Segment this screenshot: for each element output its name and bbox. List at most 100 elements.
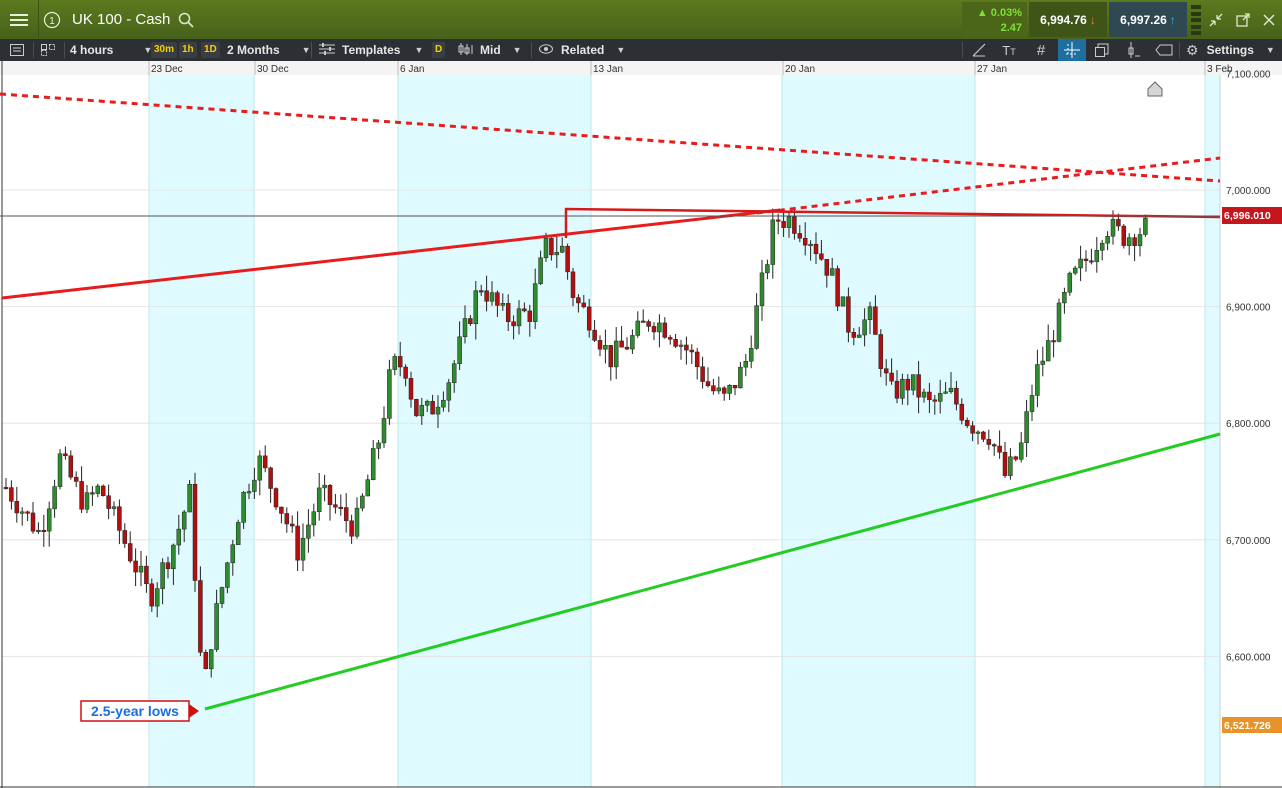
x-tick-label: 6 Jan (400, 64, 424, 75)
candle-body (435, 406, 441, 415)
annotation-2-5-year-lows[interactable]: 2.5-year lows (80, 700, 199, 722)
sell-price: 6,994.76 (1040, 12, 1087, 27)
quick-1h-label: 1h (179, 42, 197, 58)
candle-body (716, 387, 722, 392)
candle-body (63, 453, 68, 457)
candle-body (900, 378, 905, 399)
crosshair-icon[interactable] (1058, 39, 1086, 61)
chevron-down-icon: ▼ (616, 45, 626, 55)
candle-body (991, 444, 997, 447)
candle-body (289, 523, 295, 527)
candle-body (532, 283, 538, 322)
copy-icon[interactable] (1089, 39, 1115, 61)
candle-body (1089, 260, 1094, 263)
d-button[interactable]: D (432, 39, 446, 61)
candle-body (1040, 360, 1046, 365)
list-icon[interactable] (4, 39, 30, 61)
candle-body (1078, 258, 1083, 269)
candle-body (117, 506, 122, 531)
popout-icon[interactable] (1233, 0, 1253, 39)
candle-body (225, 562, 230, 588)
hamburger-menu-icon[interactable] (0, 0, 39, 39)
candle-body (651, 326, 657, 333)
candle-body (927, 391, 932, 401)
quick-1d-button[interactable]: 1D (201, 39, 220, 61)
price-chart[interactable]: 7,100.000 7,000.000 6,900.000 6,800.000 6,70… (0, 61, 1282, 788)
candle-body (354, 507, 360, 537)
candle-body (57, 453, 63, 487)
candle-body (873, 306, 878, 335)
candle-body (306, 524, 311, 539)
quick-1d-label: 1D (201, 42, 220, 58)
weekend-shade-band (149, 75, 254, 787)
svg-text:1: 1 (49, 16, 55, 27)
candle-body (711, 385, 716, 392)
collapse-icon[interactable] (1206, 0, 1226, 39)
eye-icon (539, 43, 553, 57)
candle-body (419, 405, 425, 417)
candle-body (127, 543, 133, 562)
candle-body (559, 245, 565, 253)
candle-body (781, 221, 786, 228)
candle-body (279, 506, 284, 514)
info-circle-icon[interactable]: 1 (39, 0, 65, 39)
buy-price-button[interactable]: 6,997.26 ↑ (1109, 2, 1187, 37)
y-tick-label: 6,900.000 (1226, 303, 1271, 314)
candle-body (1024, 411, 1029, 444)
settings-label: Settings (1206, 43, 1254, 57)
candle-body (829, 268, 835, 276)
depth-ladder-icon[interactable] (1191, 5, 1201, 35)
grid-icon[interactable]: # (1028, 39, 1054, 61)
candle-body (910, 374, 916, 391)
y-tick-label: 7,100.000 (1226, 69, 1271, 80)
draw-line-icon[interactable] (966, 39, 992, 61)
candle-body (176, 528, 182, 546)
candle-body (19, 511, 25, 514)
candle-body (727, 384, 732, 394)
candle-body (813, 243, 819, 255)
candle-body (30, 512, 36, 532)
candle-body (1094, 250, 1100, 263)
text-icon[interactable]: TT (996, 39, 1022, 61)
timeframe-dropdown[interactable]: 4 hours ▼ (70, 39, 152, 61)
label-icon[interactable] (1151, 39, 1177, 61)
candle-body (1013, 456, 1019, 460)
layout-icon[interactable] (35, 39, 61, 61)
price-type-dropdown[interactable]: Mid ▼ (458, 39, 522, 61)
candle-body (635, 320, 641, 336)
candle-body (333, 504, 338, 508)
candle-body (181, 511, 187, 530)
candle-body (856, 334, 862, 338)
candle-body (446, 382, 452, 401)
templates-dropdown[interactable]: Templates ▼ (319, 39, 423, 61)
candle-body (997, 445, 1002, 453)
candle-body (932, 399, 938, 402)
quick-1h-button[interactable]: 1h (179, 39, 197, 61)
candle-body (732, 384, 738, 389)
candle-body (1056, 302, 1062, 342)
candle-body (349, 520, 354, 537)
candle-body (95, 485, 101, 494)
indicator-icon[interactable] (1120, 39, 1146, 61)
settings-dropdown[interactable]: ⚙ Settings ▼ (1186, 39, 1275, 61)
separator (311, 42, 312, 58)
candle-body (484, 290, 489, 302)
sell-price-button[interactable]: 6,994.76 ↓ (1029, 2, 1107, 37)
search-icon[interactable] (176, 0, 196, 39)
current-price-label: 6,996.010 (1224, 210, 1271, 222)
candle-body (451, 363, 457, 383)
candle-body (214, 603, 219, 650)
candle-body (646, 321, 651, 327)
range-dropdown[interactable]: 2 Months ▼ (227, 39, 311, 61)
close-icon[interactable] (1259, 0, 1279, 39)
quick-30m-button[interactable]: 30m (151, 39, 178, 61)
candle-body (138, 565, 144, 573)
instrument-title[interactable]: UK 100 - Cash (72, 0, 170, 39)
related-dropdown[interactable]: Related ▼ (539, 39, 625, 61)
candle-body (597, 340, 603, 350)
candle-body (252, 479, 257, 492)
candle-body (365, 479, 371, 497)
candle-body (1072, 267, 1078, 274)
candle-body (424, 401, 430, 406)
candle-body (160, 562, 165, 589)
